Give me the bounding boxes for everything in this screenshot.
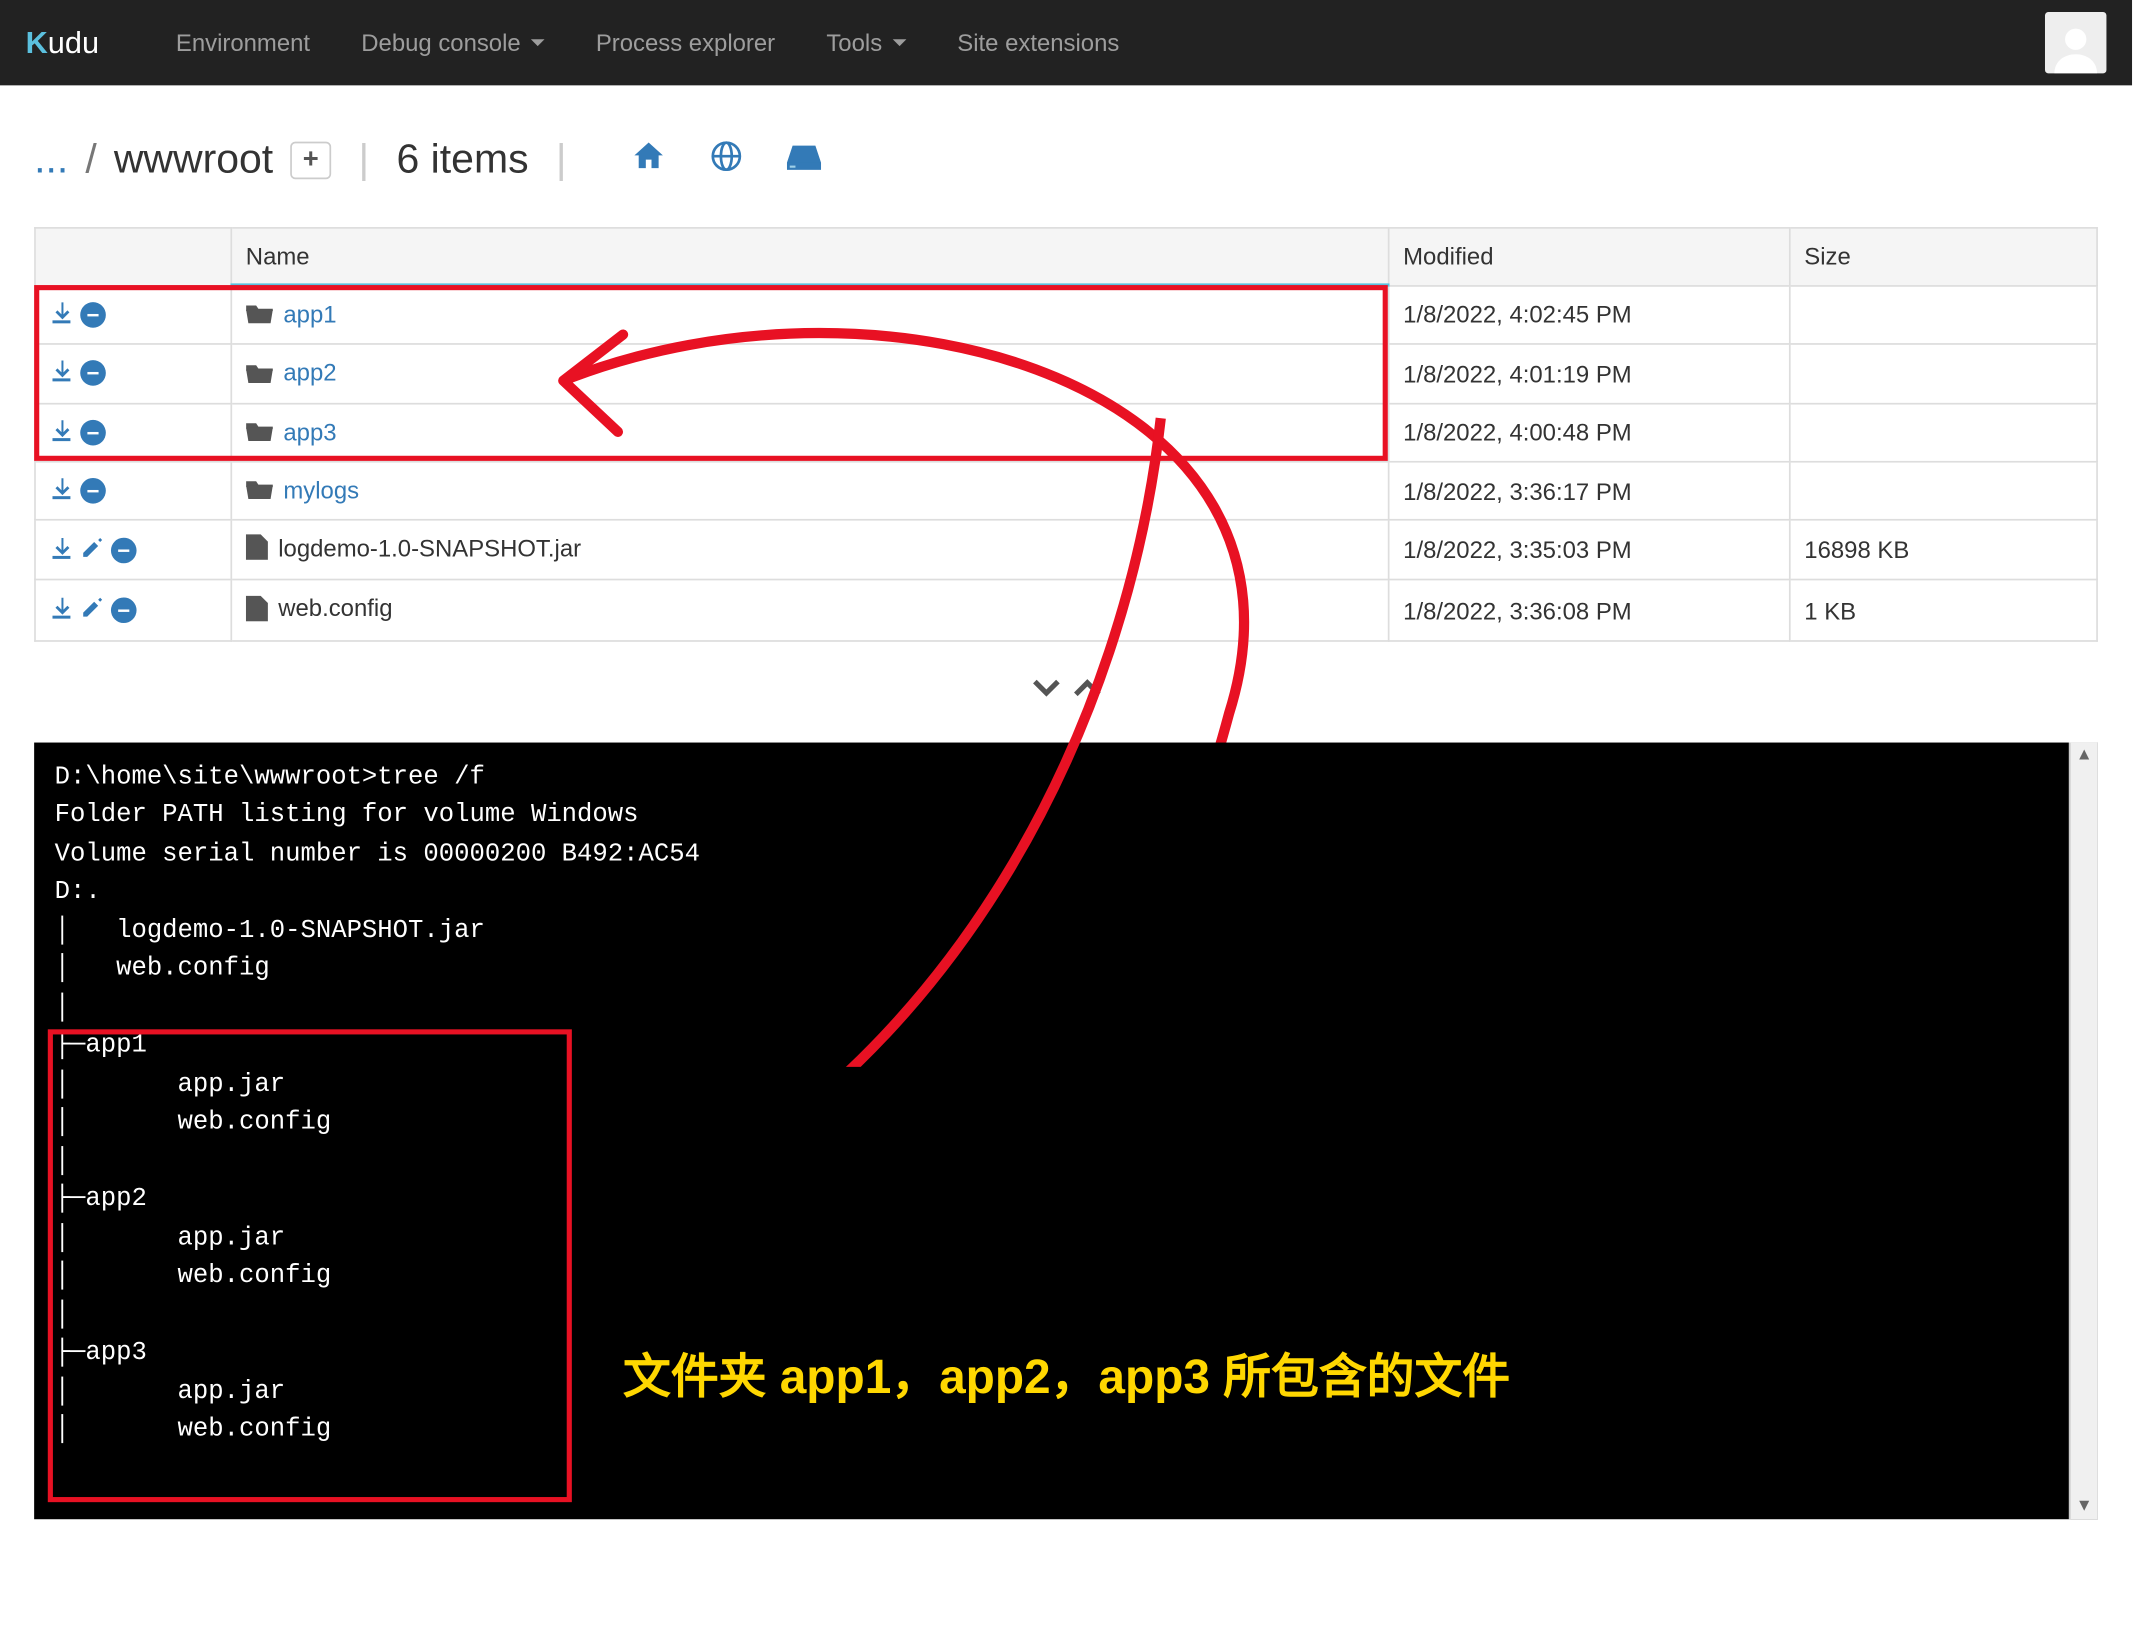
file-name: web.config [278, 595, 392, 622]
caret-icon [531, 39, 545, 46]
nav-item-tools[interactable]: Tools [801, 3, 932, 82]
modified-cell: 1/8/2022, 4:01:19 PM [1389, 344, 1790, 403]
table-row: − web.config 1/8/2022, 3:36:08 PM1 KB [35, 580, 2097, 640]
console-expand-toggles [34, 672, 2098, 708]
download-icon[interactable] [50, 476, 74, 505]
delete-icon[interactable]: − [80, 419, 106, 445]
delete-icon[interactable]: − [111, 537, 137, 563]
nav-item-debug-console[interactable]: Debug console [336, 3, 571, 82]
size-cell [1790, 462, 2097, 521]
delete-icon[interactable]: − [80, 478, 106, 504]
table-row: − app2 1/8/2022, 4:01:19 PM [35, 344, 2097, 403]
folder-link[interactable]: app2 [283, 359, 336, 386]
modified-cell: 1/8/2022, 4:02:45 PM [1389, 285, 1790, 344]
caret-icon [892, 39, 906, 46]
file-table: Name Modified Size − app1 1/8/2022, 4:02:4… [34, 227, 2098, 641]
download-icon[interactable] [50, 300, 74, 329]
file-icon [246, 535, 268, 566]
download-icon[interactable] [50, 596, 74, 625]
disk-icon[interactable] [787, 137, 821, 185]
delete-icon[interactable]: − [80, 302, 106, 328]
navbar: Kudu EnvironmentDebug console Process ex… [0, 0, 2132, 85]
size-cell: 16898 KB [1790, 520, 2097, 580]
table-row: − mylogs 1/8/2022, 3:36:17 PM [35, 462, 2097, 521]
scrollbar[interactable] [2069, 742, 2098, 1519]
modified-cell: 1/8/2022, 4:00:48 PM [1389, 403, 1790, 462]
nav-item-environment[interactable]: Environment [150, 3, 335, 82]
size-cell [1790, 285, 2097, 344]
file-icon [246, 595, 268, 626]
folder-link[interactable]: app1 [283, 300, 336, 327]
modified-cell: 1/8/2022, 3:36:17 PM [1389, 462, 1790, 521]
size-cell [1790, 344, 2097, 403]
modified-cell: 1/8/2022, 3:35:03 PM [1389, 520, 1790, 580]
navbar-brand[interactable]: Kudu [26, 25, 99, 61]
user-avatar[interactable] [2045, 12, 2106, 73]
delete-icon[interactable]: − [80, 361, 106, 387]
download-icon[interactable] [50, 536, 74, 565]
size-cell: 1 KB [1790, 580, 2097, 640]
folder-icon [246, 303, 273, 330]
table-row: − logdemo-1.0-SNAPSHOT.jar 1/8/2022, 3:35:… [35, 520, 2097, 580]
edit-icon[interactable] [80, 596, 104, 625]
column-header-size[interactable]: Size [1790, 228, 2097, 285]
download-icon[interactable] [50, 359, 74, 388]
file-name: logdemo-1.0-SNAPSHOT.jar [278, 535, 581, 562]
edit-icon[interactable] [80, 536, 104, 565]
breadcrumb-parent-link[interactable]: ... [34, 137, 68, 185]
nav-item-process-explorer[interactable]: Process explorer [570, 3, 801, 82]
chevron-down-icon[interactable] [1030, 672, 1061, 708]
column-header-modified[interactable]: Modified [1389, 228, 1790, 285]
folder-icon [246, 420, 273, 447]
person-icon [2050, 22, 2101, 73]
table-row: − app1 1/8/2022, 4:02:45 PM [35, 285, 2097, 344]
folder-icon [246, 361, 273, 388]
folder-icon [246, 478, 273, 505]
modified-cell: 1/8/2022, 3:36:08 PM [1389, 580, 1790, 640]
breadcrumb-current: wwwroot [114, 137, 273, 185]
chevron-up-icon[interactable] [1071, 672, 1102, 708]
add-button[interactable]: + [290, 142, 331, 180]
kudu-logo-k: K [26, 25, 48, 61]
column-header-name[interactable]: Name [231, 228, 1388, 285]
annotation-label: 文件夹 app1，app2，app3 所包含的文件 [623, 1340, 1510, 1408]
download-icon[interactable] [50, 418, 74, 447]
globe-icon[interactable] [710, 137, 742, 185]
table-row: − app3 1/8/2022, 4:00:48 PM [35, 403, 2097, 462]
delete-icon[interactable]: − [111, 598, 137, 624]
size-cell [1790, 403, 2097, 462]
home-icon[interactable] [631, 137, 665, 185]
folder-link[interactable]: app3 [283, 418, 336, 445]
item-count: 6 items [397, 137, 529, 185]
folder-link[interactable]: mylogs [283, 476, 359, 503]
nav-item-site-extensions[interactable]: Site extensions [932, 3, 1145, 82]
breadcrumb: ... / wwwroot + | 6 items | [34, 137, 2098, 185]
